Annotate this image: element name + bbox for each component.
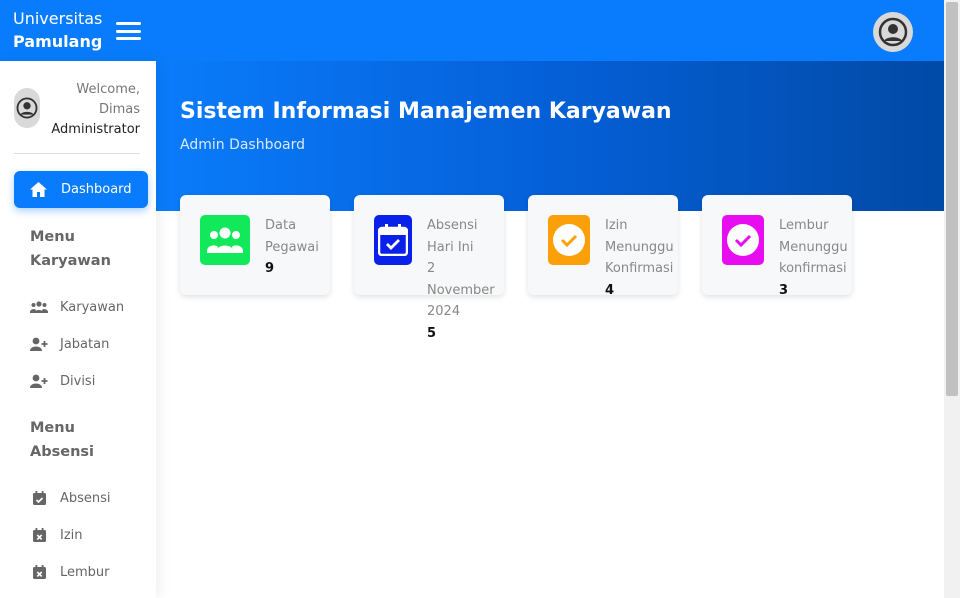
page-subtitle: Admin Dashboard (180, 137, 306, 153)
stat-card-lembur[interactable]: Lembur Menunggu konfirmasi 3 (702, 195, 852, 298)
check-circle-icon (548, 215, 590, 265)
card-text: Lembur Menunggu konfirmasi 3 (779, 215, 869, 301)
card-text: Data Pegawai 9 (265, 215, 355, 280)
sidebar-item-dashboard[interactable]: Dashboard (14, 171, 148, 208)
hamburger-menu-icon[interactable] (116, 22, 141, 40)
brand-line-2: Pamulang (13, 32, 103, 51)
section-title-absensi: Menu Absensi (30, 420, 94, 460)
card-text: Absensi Hari Ini 2 November 2024 5 (427, 215, 517, 344)
section-title-karyawan: Menu Karyawan (30, 229, 111, 269)
top-navbar: Universitas Pamulang (0, 0, 944, 61)
stat-card-pegawai[interactable]: Data Pegawai 9 (180, 195, 330, 295)
card-value: 3 (779, 282, 789, 298)
sidebar-item-label: Divisi (60, 373, 96, 389)
home-icon (30, 182, 47, 197)
card-value: 5 (427, 325, 437, 341)
hero-banner: Sistem Informasi Manajemen Karyawan Admi… (156, 61, 944, 211)
user-role: Administrator (51, 122, 140, 137)
users-icon (30, 301, 48, 313)
sidebar-item-izin[interactable]: Izin (30, 523, 150, 547)
stat-card-izin[interactable]: Izin Menunggu Konfirmasi 4 (528, 195, 678, 298)
sidebar: Welcome, Dimas Administrator Dashboard M… (0, 61, 156, 598)
brand-line-1: Universitas (13, 9, 103, 28)
sidebar-item-label: Dashboard (61, 182, 132, 197)
sidebar-item-jabatan[interactable]: Jabatan (30, 332, 150, 356)
user-avatar-icon (14, 88, 40, 128)
sidebar-divider (14, 153, 140, 154)
sidebar-item-label: Jabatan (60, 336, 110, 352)
card-value: 9 (265, 261, 275, 276)
card-value: 4 (605, 282, 615, 298)
user-panel: Welcome, Dimas Administrator (14, 82, 144, 137)
scrollbar-thumb[interactable] (946, 2, 958, 396)
calendar-x-icon (30, 565, 48, 579)
calendar-check-icon (374, 215, 412, 265)
user-avatar-icon[interactable] (873, 12, 913, 52)
sidebar-item-karyawan[interactable]: Karyawan (30, 295, 150, 319)
users-icon (200, 215, 250, 265)
user-plus-icon (30, 337, 48, 351)
stat-card-absensi[interactable]: Absensi Hari Ini 2 November 2024 5 (354, 195, 504, 341)
user-plus-icon (30, 374, 48, 388)
sidebar-item-label: Izin (60, 527, 83, 543)
check-circle-icon (722, 215, 764, 265)
card-text: Izin Menunggu Konfirmasi 4 (605, 215, 695, 301)
sidebar-item-divisi[interactable]: Divisi (30, 369, 150, 393)
page-scrollbar[interactable] (944, 0, 960, 598)
calendar-check-icon (30, 491, 48, 505)
user-greeting: Welcome, Dimas Administrator (51, 80, 140, 140)
calendar-x-icon (30, 528, 48, 542)
sidebar-item-label: Lembur (60, 564, 110, 580)
welcome-text: Welcome, (76, 82, 140, 97)
sidebar-item-label: Karyawan (60, 299, 125, 315)
brand-logo-text[interactable]: Universitas Pamulang (13, 7, 102, 53)
sidebar-item-absensi[interactable]: Absensi (30, 486, 150, 510)
user-name: Dimas (98, 102, 140, 117)
page-title: Sistem Informasi Manajemen Karyawan (180, 99, 672, 124)
sidebar-item-label: Absensi (60, 490, 111, 506)
sidebar-item-lembur[interactable]: Lembur (30, 560, 150, 584)
